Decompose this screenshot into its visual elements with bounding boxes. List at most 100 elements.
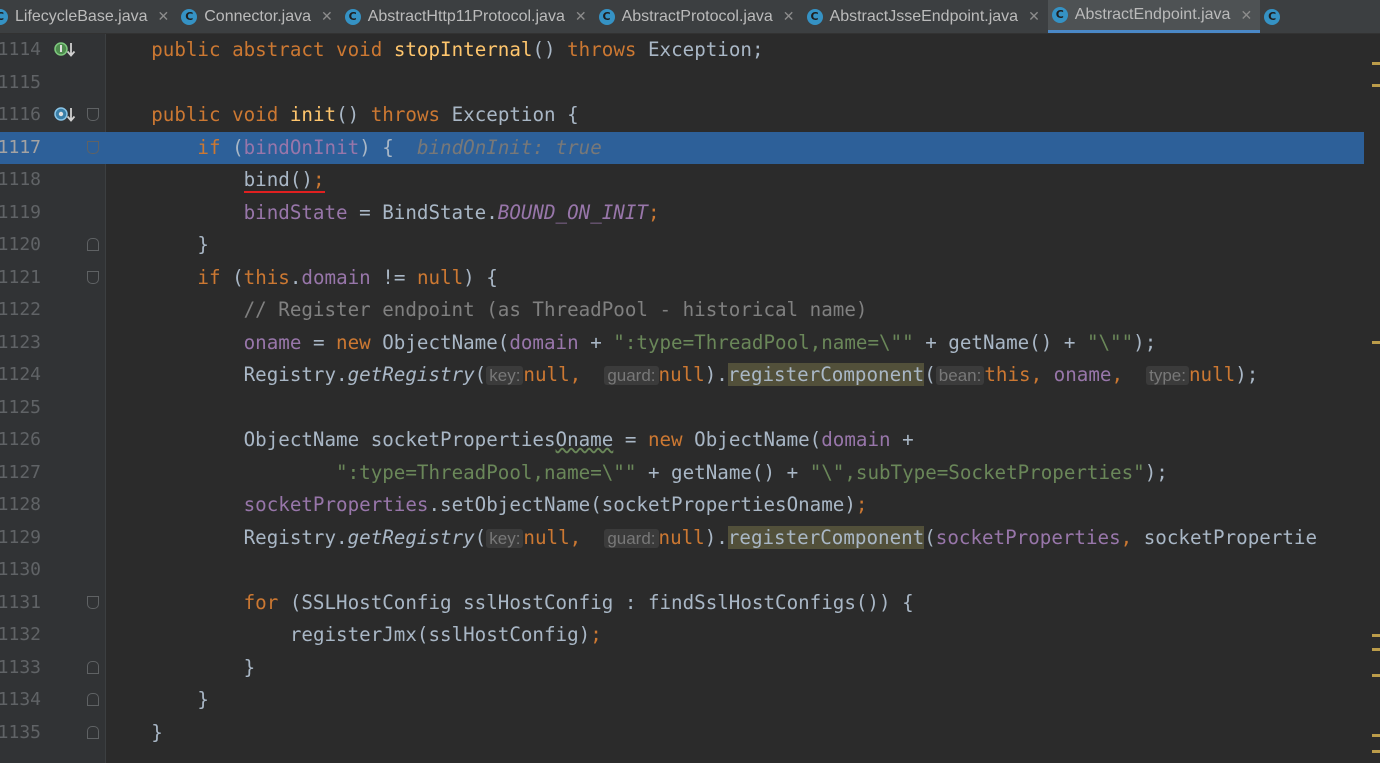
code-line[interactable]: 1120 } <box>0 229 1380 261</box>
line-number: 1118 <box>0 169 41 190</box>
stripe-marker[interactable] <box>1372 341 1380 344</box>
code-line[interactable]: 1125 <box>0 392 1380 424</box>
overrides-down-icon[interactable] <box>53 106 77 124</box>
code-text: Registry.getRegistry(key: null, guard: nul… <box>243 363 1259 386</box>
code-line[interactable]: 1133 } <box>0 652 1380 684</box>
tab-lifecyclebase[interactable]: C LifecycleBase.java ✕ <box>0 0 177 33</box>
stripe-marker[interactable] <box>1372 750 1380 753</box>
code-editor[interactable]: 1114 public abstract void stopInternal()… <box>0 34 1380 763</box>
java-class-icon: C <box>1264 8 1281 25</box>
fold-icon[interactable] <box>87 108 99 121</box>
code-text: oname = new ObjectName(domain + ":type=T… <box>243 330 1157 354</box>
code-line[interactable]: 1130 <box>0 554 1380 586</box>
tab-label: AbstractProtocol.java <box>621 7 773 25</box>
code-text: bind(); <box>105 164 325 196</box>
close-icon[interactable]: ✕ <box>1240 7 1252 24</box>
line-number: 1120 <box>0 234 41 255</box>
line-number: 1123 <box>0 331 41 353</box>
fold-icon[interactable] <box>87 595 99 609</box>
fold-icon[interactable] <box>87 725 99 739</box>
code-text: bindState = BindState.BOUND_ON_INIT; <box>243 200 660 224</box>
code-line[interactable]: 1115 <box>0 67 1380 99</box>
fold-icon[interactable] <box>87 693 99 706</box>
java-class-icon: C <box>598 8 615 25</box>
code-text: registerJmx(sslHostConfig); <box>289 623 602 646</box>
code-line[interactable]: 1128 socketProperties.setObjectName(sock… <box>0 489 1380 521</box>
tab-label: AbstractEndpoint.java <box>1074 6 1231 23</box>
inline-debug-value: bindOnInit: true <box>416 135 602 159</box>
annotated-call: bind(); <box>243 168 325 193</box>
code-text: } <box>243 655 256 679</box>
line-number: 1128 <box>0 494 41 515</box>
line-number: 1117 <box>0 136 41 158</box>
tab-abstractjsseendpoint[interactable]: C AbstractJsseEndpoint.java ✕ <box>803 0 1048 33</box>
close-icon[interactable]: ✕ <box>783 8 795 25</box>
java-class-icon: C <box>0 8 8 25</box>
param-hint: bean: <box>935 366 985 385</box>
code-line[interactable]: 1131 for (SSLHostConfig sslHostConfig : … <box>0 587 1380 619</box>
code-text: } <box>197 233 209 256</box>
tab-abstractprotocol[interactable]: C AbstractProtocol.java ✕ <box>595 0 803 33</box>
line-number: 1122 <box>0 299 41 320</box>
tab-label: AbstractJsseEndpoint.java <box>829 7 1019 25</box>
stripe-marker[interactable] <box>1372 84 1380 87</box>
param-hint: guard: <box>604 528 659 548</box>
java-class-icon: C <box>1051 7 1068 23</box>
fold-icon[interactable] <box>87 270 99 284</box>
line-number: 1126 <box>0 429 41 450</box>
line-number: 1119 <box>0 201 41 223</box>
code-line[interactable]: 1121 if (this.domain != null) { <box>0 262 1380 294</box>
code-line[interactable]: 1134 } <box>0 684 1380 716</box>
line-number: 1124 <box>0 364 41 385</box>
code-text: public void init() throws Exception { <box>151 103 579 126</box>
code-line-selected[interactable]: 1117 if (bindOnInit) { bindOnInit: true <box>0 131 1380 164</box>
close-icon[interactable]: ✕ <box>321 8 333 25</box>
stripe-marker[interactable] <box>1372 734 1380 737</box>
code-text: socketProperties.setObjectName(socketPro… <box>243 493 868 516</box>
usage-highlight: registerComponent <box>727 363 925 386</box>
fold-icon[interactable] <box>87 140 99 154</box>
param-hint: key: <box>486 528 524 548</box>
code-line[interactable]: 1124 Registry.getRegistry(key: null, guar… <box>0 359 1380 391</box>
error-stripe-scrollbar[interactable] <box>1364 34 1380 763</box>
code-text: // Register endpoint (as ThreadPool - hi… <box>243 298 868 321</box>
stripe-marker[interactable] <box>1372 634 1380 637</box>
code-text: } <box>197 688 209 711</box>
param-hint: type: <box>1146 366 1189 385</box>
code-line[interactable]: 1132 registerJmx(sslHostConfig); <box>0 619 1380 651</box>
tab-overflow[interactable]: C <box>1260 0 1295 33</box>
tab-abstracthttp11protocol[interactable]: C AbstractHttp11Protocol.java ✕ <box>341 0 595 33</box>
code-line[interactable]: 1114 public abstract void stopInternal()… <box>0 34 1380 66</box>
param-hint: guard: <box>604 366 659 385</box>
code-line[interactable]: 1119 bindState = BindState.BOUND_ON_INIT… <box>0 197 1380 229</box>
code-line[interactable]: 1126 ObjectName socketPropertiesOname = … <box>0 424 1380 456</box>
close-icon[interactable]: ✕ <box>158 8 170 25</box>
line-number: 1135 <box>0 721 41 743</box>
fold-icon[interactable] <box>87 660 99 674</box>
line-number: 1125 <box>0 396 41 418</box>
tab-abstractendpoint[interactable]: C AbstractEndpoint.java ✕ <box>1047 0 1261 33</box>
code-line[interactable]: 1135 } <box>0 717 1380 749</box>
code-line[interactable]: 1129 Registry.getRegistry(key: null, guar… <box>0 522 1380 554</box>
code-text: if (this.domain != null) { <box>197 265 498 289</box>
line-number: 1131 <box>0 591 41 613</box>
code-line[interactable]: 1127 ":type=ThreadPool,name=\"" + getNam… <box>0 457 1380 489</box>
stripe-marker[interactable] <box>1372 62 1380 65</box>
line-number: 1129 <box>0 526 41 548</box>
code-line[interactable]: 1122 // Register endpoint (as ThreadPool… <box>0 294 1380 326</box>
tab-connector[interactable]: C Connector.java ✕ <box>177 0 340 33</box>
stripe-marker[interactable] <box>1372 648 1380 651</box>
stripe-marker[interactable] <box>1372 674 1380 677</box>
typo-underline: Oname <box>555 428 614 451</box>
close-icon[interactable]: ✕ <box>575 8 587 25</box>
close-icon[interactable]: ✕ <box>1028 8 1040 25</box>
fold-icon[interactable] <box>87 238 99 251</box>
code-line[interactable]: 1116 public void init() throws Exception… <box>0 99 1380 131</box>
implements-down-icon[interactable] <box>53 41 77 59</box>
code-line[interactable]: 1118 bind(); <box>0 164 1380 196</box>
code-line[interactable]: 1123 oname = new ObjectName(domain + ":t… <box>0 327 1380 359</box>
line-number: 1130 <box>0 559 41 580</box>
java-class-icon: C <box>344 8 361 25</box>
line-number: 1133 <box>0 656 41 678</box>
param-hint: key: <box>486 366 524 385</box>
